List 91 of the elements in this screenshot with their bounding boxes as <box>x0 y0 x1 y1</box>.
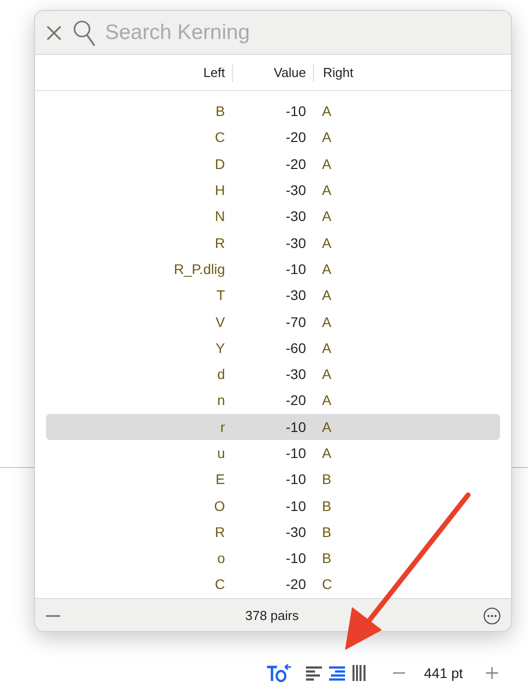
glyph-name: A <box>321 366 332 382</box>
kerning-value: -30 <box>284 234 307 251</box>
table-row[interactable]: o -10 B <box>46 545 500 572</box>
plus-icon[interactable] <box>484 666 499 680</box>
table-row[interactable]: E -10 B <box>46 466 500 492</box>
glyph-name: B <box>321 550 332 566</box>
column-header[interactable]: Right <box>314 64 354 82</box>
kerning-value: -10 <box>284 550 307 566</box>
glyph-name: C <box>214 129 226 146</box>
kerning-value: -60 <box>284 340 307 356</box>
table-row[interactable]: R_P.dlig -10 A <box>46 256 500 282</box>
glyph-name: N <box>214 208 226 224</box>
glyph-name: r <box>219 418 226 435</box>
table-row[interactable]: N -30 A <box>46 203 500 230</box>
glyph-name: C <box>214 576 226 592</box>
glyph-name: n <box>216 392 226 408</box>
glyph-name: B <box>321 524 332 540</box>
table-row[interactable]: C -20 C <box>46 571 500 598</box>
kerning-value: -10 <box>284 498 307 514</box>
search-icon <box>73 20 95 46</box>
table-row[interactable]: R -30 A <box>46 229 500 256</box>
kerning-value: -30 <box>284 366 307 382</box>
table-row[interactable]: r -10 A <box>46 414 500 440</box>
glyph-name: A <box>321 234 332 251</box>
pair-count: 378 pairs <box>245 608 299 624</box>
glyph-name: R <box>214 524 226 540</box>
glyph-name: B <box>321 498 332 514</box>
table-row[interactable]: n -20 A <box>46 387 500 414</box>
column-header[interactable]: Left <box>35 64 233 82</box>
table-row[interactable]: O -10 B <box>46 492 500 519</box>
table-row[interactable]: d -30 A <box>46 360 500 388</box>
kerning-value: -20 <box>284 392 307 408</box>
kerning-value: -20 <box>284 576 307 592</box>
glyph-name: R <box>214 234 226 251</box>
glyph-name: A <box>321 103 332 120</box>
glyph-name: B <box>321 471 332 488</box>
close-icon[interactable] <box>45 24 63 42</box>
table-row[interactable]: D -20 A <box>46 150 500 177</box>
glyph-name: A <box>321 287 332 304</box>
kerning-value: -10 <box>284 418 307 435</box>
glyph-name: A <box>321 314 332 330</box>
table-row[interactable]: C -20 A <box>46 124 500 151</box>
glyph-name: C <box>321 576 332 592</box>
kerning-value: -10 <box>284 103 307 120</box>
glyph-name: Y <box>214 340 226 356</box>
glyph-name: d <box>216 366 226 382</box>
more-icon[interactable] <box>482 606 501 625</box>
glyph-name: O <box>213 498 226 514</box>
kerning-value: -10 <box>284 260 307 277</box>
kerning-value: -30 <box>284 182 307 198</box>
glyph-name: A <box>321 208 332 224</box>
column-header[interactable]: Value <box>233 64 314 82</box>
kerning-value: -20 <box>284 129 307 146</box>
glyph-name: o <box>216 550 226 566</box>
table-row[interactable]: u -10 A <box>46 440 500 466</box>
glyph-name: V <box>214 314 226 330</box>
glyph-name: B <box>214 103 226 120</box>
align-left-icon[interactable] <box>306 666 323 680</box>
glyph-name: A <box>321 260 332 277</box>
glyph-name: A <box>321 418 332 435</box>
kerning-value: -70 <box>284 314 307 330</box>
glyph-name: A <box>321 340 332 356</box>
kerning-value: -30 <box>284 287 307 304</box>
table-row[interactable]: Y -60 A <box>46 334 500 361</box>
glyph-name: H <box>214 182 226 198</box>
kerning-value: -10 <box>284 445 307 461</box>
table-row[interactable]: H -30 A <box>46 176 500 204</box>
table-row[interactable]: R -30 B <box>46 518 500 546</box>
kerning-value: -30 <box>284 524 307 540</box>
glyph-name: A <box>321 182 332 198</box>
glyph-name: u <box>216 445 226 461</box>
glyph-name: A <box>321 156 332 172</box>
minus-icon[interactable] <box>45 614 61 618</box>
text-kerning-icon[interactable] <box>266 663 292 683</box>
align-right-icon[interactable] <box>329 666 346 680</box>
glyph-name: A <box>321 445 332 461</box>
table-row[interactable]: T -30 A <box>46 282 500 308</box>
kerning-value: -30 <box>284 208 307 224</box>
glyph-name: A <box>321 392 332 408</box>
glyph-name: E <box>214 471 226 488</box>
kerning-value: -20 <box>284 156 307 172</box>
columns-icon[interactable] <box>352 665 366 681</box>
glyph-name: T <box>215 287 226 304</box>
minus-icon[interactable] <box>392 671 406 675</box>
table-row[interactable]: B -10 A <box>46 98 500 124</box>
glyph-name: R_P.dlig <box>172 260 226 277</box>
kerning-value: -10 <box>284 471 307 488</box>
size-value: 441 pt <box>424 665 463 681</box>
glyph-name: A <box>321 129 332 146</box>
table-row[interactable]: V -70 A <box>46 308 500 335</box>
glyph-name: D <box>214 156 226 172</box>
